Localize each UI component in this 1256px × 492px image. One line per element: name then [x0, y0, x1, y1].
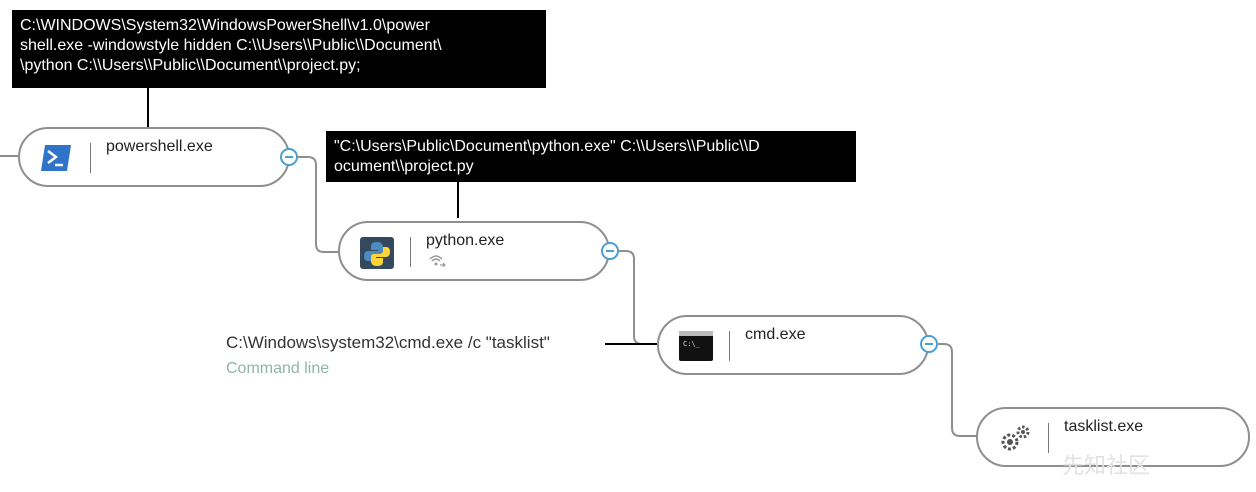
collapse-toggle-cmd[interactable]	[920, 335, 938, 353]
node-separator	[90, 143, 91, 173]
powershell-command-line-1: C:\WINDOWS\System32\WindowsPowerShell\v1…	[20, 17, 430, 34]
python-command-annotation: "C:\Users\Public\Document\python.exe" C:…	[326, 131, 856, 182]
powershell-command-annotation: C:\WINDOWS\System32\WindowsPowerShell\v1…	[12, 10, 546, 88]
python-command-line-2: ocument\\project.py	[334, 158, 474, 175]
process-name-cmd: cmd.exe	[745, 326, 806, 343]
node-separator	[1048, 423, 1049, 453]
powershell-command-line-2: shell.exe -windowstyle hidden C:\\Users\…	[20, 37, 442, 54]
process-node-python[interactable]: python.exe	[338, 221, 610, 281]
network-activity-icon	[428, 253, 446, 272]
python-command-line-1: "C:\Users\Public\Document\python.exe" C:…	[334, 138, 760, 155]
node-separator	[729, 331, 730, 361]
process-name-tasklist: tasklist.exe	[1064, 418, 1144, 435]
watermark: 先知社区	[1062, 453, 1151, 478]
process-node-powershell[interactable]: powershell.exe	[18, 127, 290, 187]
collapse-toggle-powershell[interactable]	[280, 148, 298, 166]
node-separator	[410, 237, 411, 267]
powershell-command-line-3: \python C:\\Users\\Public\\Document\\pro…	[20, 57, 361, 74]
collapse-toggle-python[interactable]	[601, 242, 619, 260]
cmd-command-line: C:\Windows\system32\cmd.exe /c "tasklist…	[226, 333, 550, 352]
cmd-console-icon: C:\_	[679, 331, 713, 366]
gears-icon	[998, 423, 1032, 458]
process-node-cmd[interactable]: C:\_ cmd.exe	[657, 315, 929, 375]
command-line-caption: Command line	[226, 360, 330, 377]
powershell-icon	[40, 143, 72, 178]
process-name-python: python.exe	[426, 232, 505, 249]
python-icon	[360, 237, 394, 274]
process-name-powershell: powershell.exe	[106, 138, 213, 155]
svg-text:C:\_: C:\_	[683, 340, 701, 348]
